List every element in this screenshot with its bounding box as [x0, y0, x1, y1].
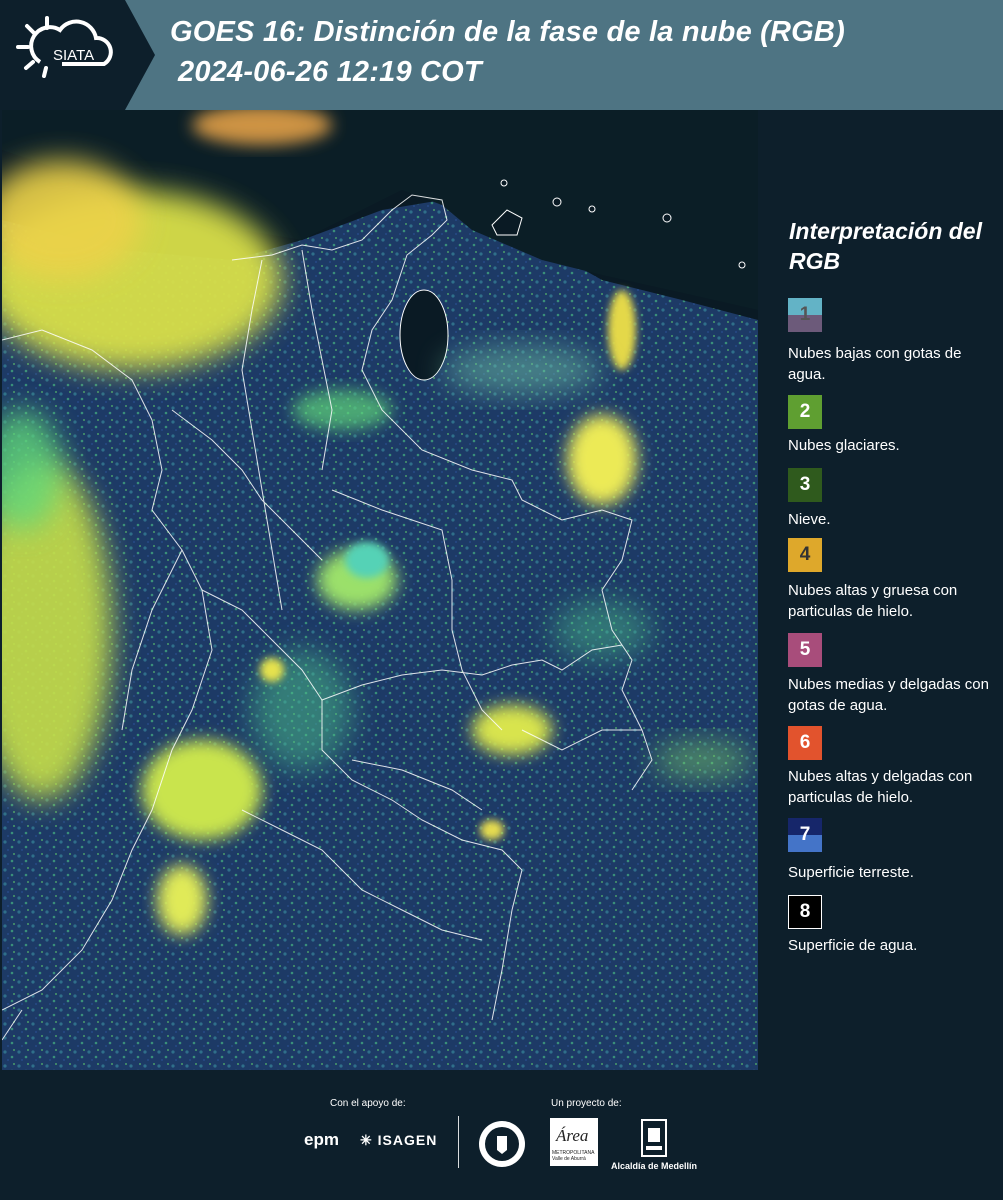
medellin-crest-icon: [641, 1119, 667, 1157]
legend-label-1: Nubes bajas con gotas de agua.: [788, 345, 962, 383]
isagen-star-icon: ✳: [360, 1132, 373, 1148]
siata-logo-icon: SIATA: [0, 0, 155, 110]
legend-swatch-5: 5: [788, 633, 822, 667]
legend-swatch-8: 8: [788, 895, 822, 929]
footer-divider: [458, 1116, 459, 1168]
siata-logo: SIATA: [0, 0, 155, 110]
legend-swatch-7: 7: [788, 818, 822, 852]
header-bar: SIATA GOES 16: Distinción de la fase de …: [0, 0, 1003, 110]
legend-label-2: Nubes glaciares.: [788, 437, 900, 454]
legend-panel: Interpretación del RGB 1 Nubes bajas con…: [764, 110, 1003, 1070]
legend-label-8: Superficie de agua.: [788, 937, 918, 954]
legend-swatch-6: 6: [788, 726, 822, 760]
area-logo-subtext: METROPOLITANA Valle de Aburrá: [552, 1150, 595, 1162]
lake-maracaibo: [399, 289, 449, 381]
seal-icon: [479, 1121, 525, 1167]
legend-label-5: Nubes medias y delgadas con gotas de agu…: [788, 676, 989, 714]
legend-number-4: 4: [799, 544, 811, 565]
project-label: Un proyecto de:: [551, 1098, 622, 1109]
epm-logo: epm: [304, 1130, 339, 1149]
legend-number-5: 5: [799, 639, 811, 660]
legend-swatch-4: 4: [788, 538, 822, 572]
page-title: GOES 16: Distinción de la fase de la nub…: [170, 16, 845, 48]
footer: Con el apoyo de: Un proyecto de: epm ✳ I…: [0, 1070, 1003, 1200]
legend-swatch-2: 2: [788, 395, 822, 429]
legend-label-4: Nubes altas y gruesa con particulas de h…: [788, 582, 958, 620]
satellite-map-canvas: [2, 110, 758, 1070]
satellite-map: [2, 110, 758, 1070]
legend-number-6: 6: [799, 732, 811, 753]
legend-swatch-3: 3: [788, 468, 822, 502]
legend-title: Interpretación del RGB: [789, 218, 982, 274]
legend-swatch-1: 1: [788, 298, 822, 332]
legend-label-6: Nubes altas y delgadas con particulas de…: [788, 768, 973, 806]
timestamp: 2024-06-26 12:19 COT: [178, 56, 482, 88]
legend-number-3: 3: [799, 474, 811, 495]
support-label: Con el apoyo de:: [330, 1098, 406, 1109]
legend-number-1: 1: [799, 304, 811, 325]
medellin-logo-text: Alcaldía de Medellín: [611, 1161, 698, 1171]
legend-number-8: 8: [799, 901, 811, 922]
legend-number-2: 2: [799, 401, 811, 422]
area-logo-text: Área: [556, 1126, 589, 1145]
isagen-logo-text: ISAGEN: [377, 1132, 438, 1148]
isagen-logo: ✳ ISAGEN: [360, 1132, 437, 1149]
legend-label-7: Superficie terreste.: [788, 864, 914, 881]
legend-label-3: Nieve.: [788, 511, 831, 528]
siata-logo-text: SIATA: [53, 47, 94, 64]
legend-number-7: 7: [799, 824, 811, 845]
area-metropolitana-logo: Área METROPOLITANA Valle de Aburrá: [550, 1118, 598, 1166]
